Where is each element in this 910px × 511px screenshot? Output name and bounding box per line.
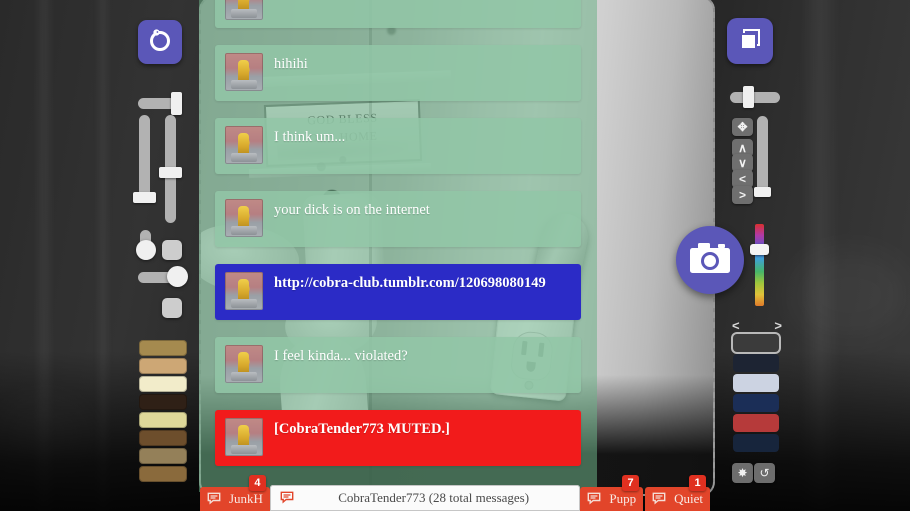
skin-swatch-4[interactable] (139, 394, 187, 410)
taskbar-tab-label: JunkH (229, 491, 263, 506)
chevron-down-icon: ∨ (738, 156, 747, 170)
color-swatch-5[interactable] (733, 414, 779, 432)
palette-prev-button[interactable]: < (732, 318, 740, 333)
color-swatch-3[interactable] (733, 374, 779, 392)
hue-slider[interactable] (755, 224, 764, 306)
palette-nav[interactable]: < > (732, 318, 782, 333)
chat-bubble-icon (652, 492, 669, 507)
layers-button[interactable] (727, 18, 773, 64)
slider-horizontal-top-knob[interactable] (171, 92, 182, 115)
color-swatch-2[interactable] (733, 354, 779, 372)
camera-shutter-button[interactable] (676, 226, 744, 294)
chat-message-text: I think um... (274, 129, 346, 145)
avatar (225, 272, 263, 310)
avatar (225, 53, 263, 91)
chat-message-text: I feel kinda... violated? (274, 348, 408, 364)
taskbar-tab-label: Quiet (674, 491, 703, 506)
center-button[interactable]: ✥ (732, 118, 753, 136)
chat-overlay[interactable]: hihihi I think um... your dick is on the i… (199, 0, 597, 492)
skin-swatch-8[interactable] (139, 466, 187, 482)
chat-message[interactable]: I think um... (215, 118, 581, 174)
chevron-right-icon: > (738, 188, 746, 202)
hue-slider-knob[interactable] (750, 244, 769, 255)
chat-message-text: http://cobra-club.tumblr.com/12069808014… (274, 275, 546, 291)
chat-message[interactable]: hihihi (215, 45, 581, 101)
chevron-left-icon: < (738, 172, 746, 186)
taskbar-tab-junkhoarder[interactable]: JunkH 4 (200, 475, 270, 511)
taskbar-tab-badge: 4 (248, 475, 266, 491)
skin-swatch-5[interactable] (139, 412, 187, 428)
ouroboros-icon (147, 27, 173, 58)
camera-icon (689, 241, 731, 280)
color-swatch-4[interactable] (733, 394, 779, 412)
slider-vertical-left-knob[interactable] (133, 192, 156, 203)
left-tool-panel (126, 0, 202, 492)
taskbar-tab-quiet[interactable]: Quiet 1 (645, 475, 710, 511)
pan-slider-knob[interactable] (754, 187, 771, 197)
taskbar-tab-badge: 1 (689, 475, 706, 491)
snake-tool-button[interactable] (138, 20, 182, 64)
chat-message-text: hihihi (274, 56, 308, 72)
taskbar[interactable]: JunkH 4 CobraTender773 (28 total messages… (0, 475, 910, 511)
skin-swatch-palette[interactable] (139, 340, 187, 482)
palette-next-button[interactable]: > (774, 318, 782, 333)
taskbar-tab-badge: 7 (622, 475, 640, 491)
center-icon: ✥ (737, 120, 748, 134)
chat-message[interactable]: http://cobra-club.tumblr.com/12069808014… (215, 264, 581, 320)
avatar (225, 126, 263, 164)
message-list[interactable]: hihihi I think um... your dick is on the i… (199, 0, 597, 483)
undo-icon: ↺ (759, 466, 770, 480)
chat-message[interactable]: your dick is on the internet (215, 191, 581, 247)
toggle-square-lower[interactable] (162, 298, 182, 318)
chevron-up-icon: ∧ (738, 141, 747, 155)
skin-swatch-3[interactable] (139, 376, 187, 392)
avatar (225, 199, 263, 237)
zoom-slider-knob[interactable] (743, 86, 754, 108)
taskbar-right-tabs[interactable]: Pupp 7 Quiet 1 (580, 475, 710, 511)
chat-message[interactable]: [CobraTender773 MUTED.] (215, 410, 581, 466)
slider-vertical-left[interactable] (139, 115, 150, 199)
skin-swatch-2[interactable] (139, 358, 187, 374)
chat-message-text: your dick is on the internet (274, 202, 430, 218)
taskbar-tab-label: Pupp (609, 491, 637, 506)
layers-icon (736, 25, 764, 58)
color-swatch-6[interactable] (733, 434, 779, 452)
app-window: GOD BLESS OUR HOME hihihiI think um...yo… (0, 0, 910, 511)
move-right-button[interactable]: > (732, 186, 753, 204)
active-window-title: CobraTender773 (28 total messages) (338, 490, 530, 505)
avatar (225, 345, 263, 383)
chat-message-text: [CobraTender773 MUTED.] (274, 421, 450, 437)
chat-bubble-icon (207, 492, 224, 507)
toggle-square-upper[interactable] (162, 240, 182, 260)
pan-slider[interactable] (757, 116, 768, 194)
taskbar-active-window[interactable]: CobraTender773 (28 total messages) (269, 485, 581, 511)
avatar (225, 0, 263, 20)
chat-message[interactable]: I feel kinda... violated? (215, 337, 581, 393)
chat-bubble-icon (280, 491, 297, 506)
chat-bubble-icon (587, 492, 604, 507)
sparkle-button[interactable]: ✸ (732, 463, 753, 483)
slider-horizontal-low-knob[interactable] (167, 266, 188, 287)
skin-swatch-7[interactable] (139, 448, 187, 464)
zoom-slider[interactable] (730, 92, 780, 103)
taskbar-tab-puppy[interactable]: Pupp 7 (580, 475, 644, 511)
skin-swatch-6[interactable] (139, 430, 187, 446)
slider-vertical-right-knob[interactable] (159, 167, 182, 178)
color-swatch-selected[interactable] (733, 334, 779, 352)
taskbar-left-tabs[interactable]: JunkH 4 (200, 475, 270, 511)
chat-message[interactable] (215, 0, 581, 28)
slider-vertical-short-knob[interactable] (136, 240, 156, 260)
skin-swatch-1[interactable] (139, 340, 187, 356)
sparkle-icon: ✸ (737, 466, 748, 480)
avatar (225, 418, 263, 456)
color-palette[interactable] (733, 334, 779, 452)
undo-button[interactable]: ↺ (754, 463, 775, 483)
